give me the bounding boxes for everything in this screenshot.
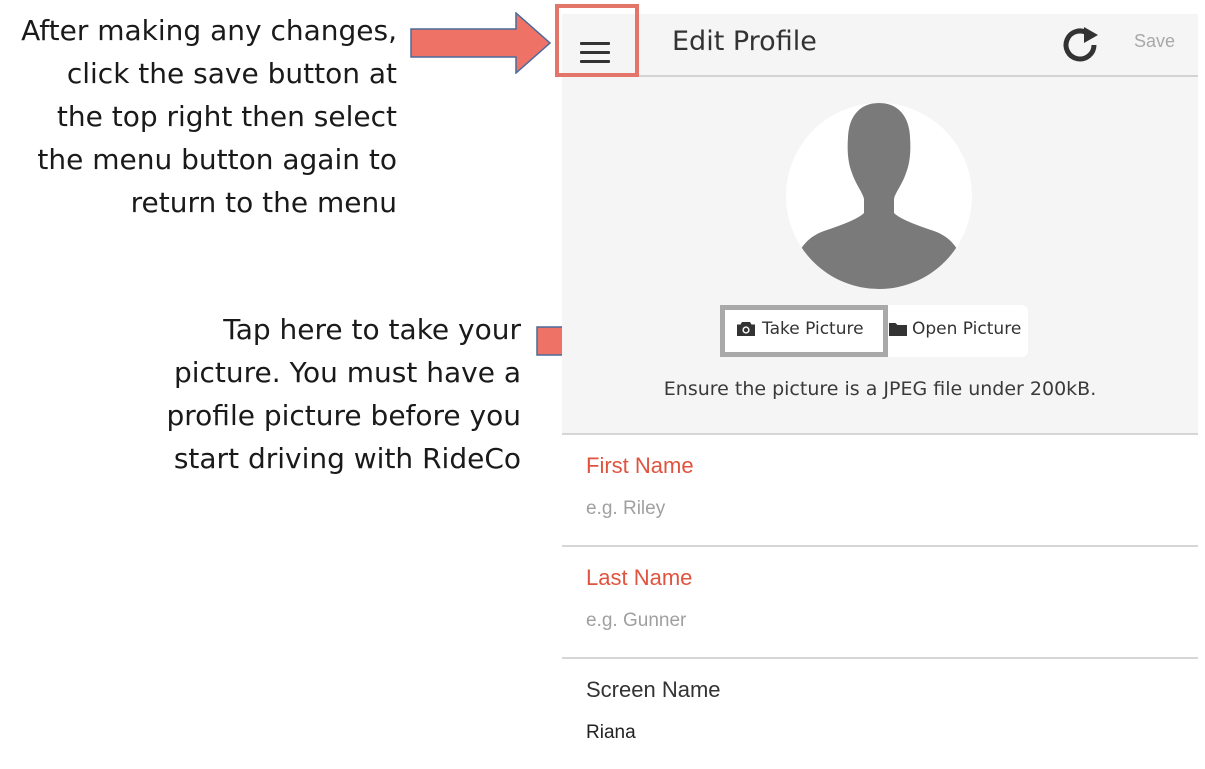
default-avatar-icon [786,103,972,289]
open-picture-button[interactable]: Open Picture [888,318,1021,340]
note-line: After making any changes, [21,14,397,47]
note-line: Tap here to take your [223,313,521,346]
folder-icon [889,323,907,336]
app-header: Edit Profile Save [562,14,1198,77]
screen-name-field: Screen Name [562,659,1198,769]
take-picture-label: Take Picture [762,319,864,339]
arrow-right-icon [410,12,552,74]
screen-name-input[interactable] [586,719,1166,747]
take-picture-button[interactable]: Take Picture [736,318,864,340]
note-line: picture. You must have a [173,356,521,389]
first-name-field: First Name [562,435,1198,547]
camera-icon [737,322,755,336]
edit-profile-screen: Edit Profile Save Take Picture Open Pict… [562,14,1198,769]
photo-requirement-hint: Ensure the picture is a JPEG file under … [663,378,1097,400]
last-name-input[interactable] [586,607,1166,635]
first-name-label: First Name [586,453,694,478]
note-line: the menu button again to [37,143,397,176]
menu-instruction-note: After making any changes, click the save… [0,9,397,224]
note-line: return to the menu [130,186,397,219]
last-name-field: Last Name [562,547,1198,659]
photo-button-group: Take Picture Open Picture [720,305,1028,357]
refresh-icon[interactable] [1060,25,1102,65]
open-picture-label: Open Picture [912,319,1022,339]
first-name-input[interactable] [586,495,1166,523]
menu-button-highlight [555,4,639,77]
profile-photo-section: Take Picture Open Picture Ensure the pic… [562,77,1198,435]
picture-instruction-note: Tap here to take your picture. You must … [120,308,522,480]
save-button[interactable]: Save [1134,30,1175,52]
note-line: click the save button at [66,57,397,90]
note-line: the top right then select [56,100,397,133]
note-line: profile picture before you [166,399,522,432]
screen-name-label: Screen Name [586,677,721,702]
note-line: start driving with RideCo [173,442,521,475]
last-name-label: Last Name [586,565,693,590]
page-title: Edit Profile [672,26,817,57]
